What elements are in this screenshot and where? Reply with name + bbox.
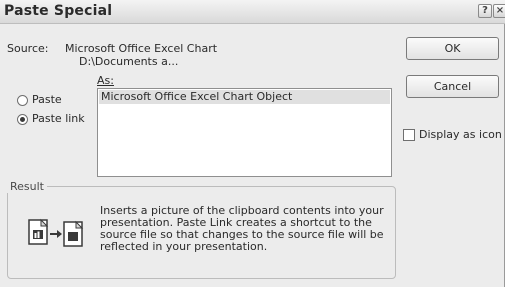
radio-selected-dot [20, 117, 25, 122]
display-as-icon-label[interactable]: Display as icon [419, 128, 502, 141]
source-path: D:\Documents a... [79, 55, 179, 68]
source-name: Microsoft Office Excel Chart [65, 42, 218, 55]
close-button[interactable]: × [493, 4, 505, 18]
list-item[interactable]: Microsoft Office Excel Chart Object [99, 90, 390, 104]
source-label: Source: [7, 42, 49, 55]
paste-special-dialog: Paste Special ? × Source: Microsoft Offi… [0, 0, 505, 287]
close-icon: × [495, 5, 505, 16]
as-label: As: [97, 74, 114, 87]
display-as-icon-checkbox[interactable] [403, 129, 415, 141]
paste-link-result-icon [28, 218, 84, 247]
help-button[interactable]: ? [478, 4, 492, 18]
dialog-title: Paste Special [4, 3, 113, 19]
paste-radio-label[interactable]: Paste [32, 93, 62, 106]
paste-link-radio[interactable] [17, 114, 28, 125]
paste-radio[interactable] [17, 95, 28, 106]
question-mark-icon: ? [482, 5, 488, 16]
as-listbox[interactable]: Microsoft Office Excel Chart Object [97, 88, 392, 177]
title-bar[interactable]: Paste Special ? × [0, 0, 505, 24]
cancel-button[interactable]: Cancel [406, 75, 499, 98]
result-description: Inserts a picture of the clipboard conte… [100, 204, 384, 253]
ok-button[interactable]: OK [406, 37, 499, 60]
as-label-text: As: [97, 74, 114, 87]
paste-link-radio-label[interactable]: Paste link [32, 112, 85, 125]
result-title: Result [7, 180, 47, 193]
